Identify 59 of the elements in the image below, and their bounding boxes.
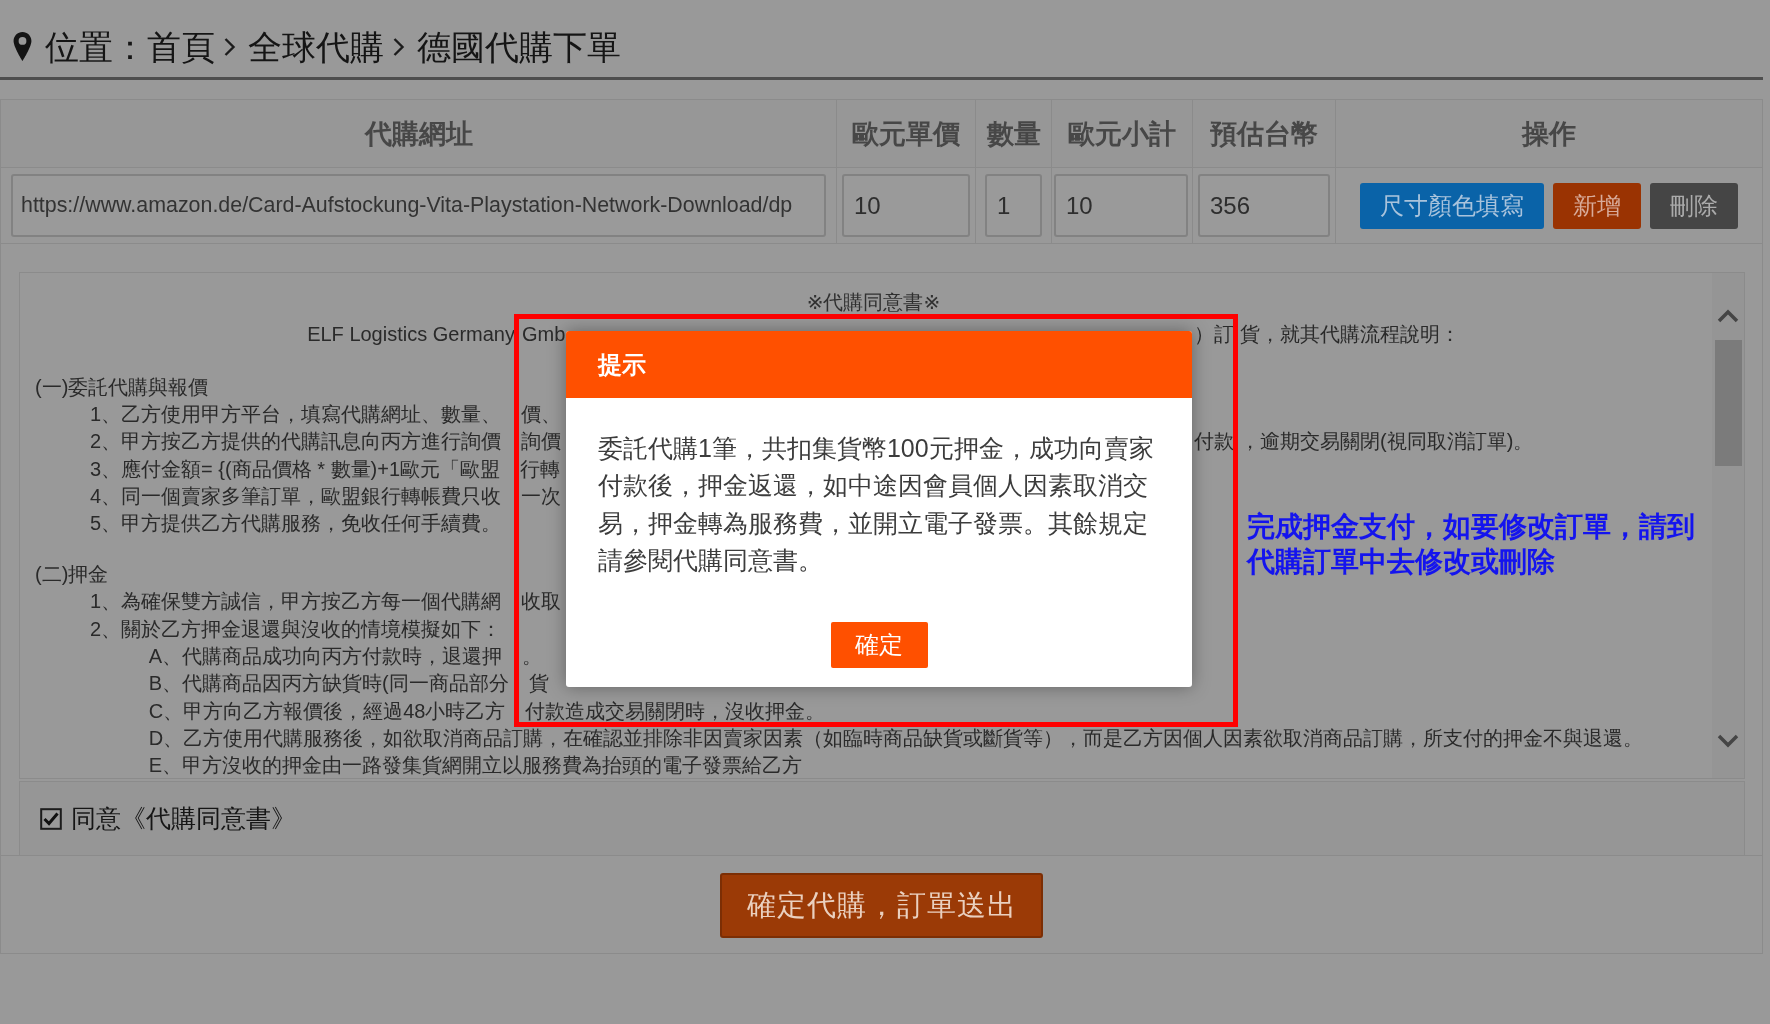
quantity-input[interactable]: 1 bbox=[985, 174, 1042, 237]
submit-order-button[interactable]: 確定代購，訂單送出 bbox=[720, 873, 1043, 938]
chevron-right-icon bbox=[392, 36, 405, 57]
add-button[interactable]: 新增 bbox=[1553, 182, 1641, 229]
agreement-subclause: C、甲方向乙方報價後，經過48小時乙方 bbox=[148, 698, 506, 724]
agreement-subclause: E、甲方沒收的押金由一路發集貨網開立以服務費為抬頭的電子發票給乙方 bbox=[148, 753, 803, 778]
location-pin-icon bbox=[13, 32, 32, 61]
agreement-clause: 2、關於乙方押金退還與沒收的情境模擬如下： bbox=[90, 616, 502, 642]
agreement-subclause: 付款造成交易關閉時，沒收押金。 bbox=[525, 698, 826, 724]
agreement-subclause: 。 bbox=[522, 644, 543, 670]
agreement-clause: 1、乙方使用甲方平台，填寫代購網址、數量、 bbox=[90, 402, 502, 427]
url-input[interactable]: https://www.amazon.de/Card-Aufstockung-Vita-Playstation-Network-Download/dp bbox=[11, 174, 826, 237]
column-header: 代購網址 bbox=[1, 100, 836, 167]
checkbox[interactable] bbox=[40, 807, 62, 830]
scrollbar-thumb[interactable] bbox=[1714, 340, 1742, 466]
agreement-clause: 4、同一個賣家多筆訂單，歐盟銀行轉帳費只收 bbox=[90, 483, 502, 509]
agreement-clause: 5、甲方提供乙方代購服務，免收任何手續費。 bbox=[90, 511, 502, 537]
column-header: 數量 bbox=[976, 100, 1051, 167]
breadcrumb-label: 位置： bbox=[45, 26, 147, 67]
agreement-clause: 1、為確保雙方誠信，甲方按乙方每一個代購網 bbox=[90, 589, 502, 615]
dialog-message: 委託代購1筆，共扣集貨幣100元押金，成功向賣家付款後，押金返還，如中途因會員個人因素取消交易，押金轉為服務費，並開立電子發票。其餘規定請參閱代購同意書。 bbox=[598, 433, 1155, 576]
agreement-subclause: B、代購商品因丙方缺貨時(同一商品部分 bbox=[148, 671, 509, 697]
agreement-clause: 付款 bbox=[1193, 429, 1234, 455]
column-header: 預估台幣 bbox=[1193, 100, 1335, 167]
agreement-intro: 貨，就其代購流程說明： bbox=[1240, 322, 1460, 347]
breadcrumb-link[interactable]: 全球代購 bbox=[248, 26, 384, 67]
agreement-subclause: 貨 bbox=[528, 671, 549, 697]
agree-label[interactable]: 同意《代購同意書》 bbox=[71, 802, 296, 835]
agreement-subclause: A、代購商品成功向丙方付款時，退還押 bbox=[148, 644, 503, 670]
unit-price-input[interactable]: 10 bbox=[842, 174, 970, 237]
agreement-clause: 詢價 bbox=[521, 429, 562, 455]
dialog-header: 提示 bbox=[566, 331, 1192, 398]
section-heading: (一)委託代購與報價 bbox=[35, 374, 209, 400]
agreement-clause: 價、 bbox=[521, 402, 562, 427]
section-heading: (二)押金 bbox=[35, 562, 109, 588]
agreement-title: ※代購同意書※ bbox=[806, 291, 941, 313]
delete-button[interactable]: 刪除 bbox=[1650, 182, 1738, 229]
subtotal-input[interactable]: 10 bbox=[1054, 174, 1188, 237]
column-header: 歐元單價 bbox=[837, 100, 975, 167]
confirm-button[interactable]: 確定 bbox=[830, 622, 928, 668]
estimated-twd-input[interactable]: 356 bbox=[1198, 174, 1330, 237]
agreement-clause: 2、甲方按乙方提供的代購訊息向丙方進行詢價 bbox=[90, 429, 502, 455]
column-header: 歐元小計 bbox=[1052, 100, 1192, 167]
annotation-note: 完成押金支付，如要修改訂單，請到代購訂單中去修改或刪除 bbox=[1247, 509, 1696, 579]
agreement-intro: ELF Logistics Germany bbox=[307, 322, 515, 347]
agreement-clause: 3、應付金額= {(商品價格 * 數量)+1歐元「歐盟 bbox=[90, 456, 501, 482]
agreement-clause: 行轉 bbox=[520, 456, 561, 482]
agreement-intro: Gmb bbox=[522, 322, 566, 347]
column-header: 操作 bbox=[1336, 100, 1762, 167]
breadcrumb-current: 德國代購下單 bbox=[417, 26, 621, 67]
agreement-clause: 一次 bbox=[521, 483, 562, 509]
agreement-intro: ）訂 bbox=[1193, 322, 1234, 347]
breadcrumb-link[interactable]: 首頁 bbox=[147, 26, 215, 67]
agreement-clause: ，逾期交易關閉(視同取消訂單)。 bbox=[1240, 429, 1534, 455]
agreement-subclause: D、乙方使用代購服務後，如欲取消商品訂購，在確認並排除非因賣家因素（如臨時商品缺貨或斷貨等），而是乙方因個人因素欲取消商品訂購，所支付的押金不與退還。 bbox=[148, 725, 1644, 751]
chevron-right-icon bbox=[223, 36, 236, 57]
scrollbar-track[interactable] bbox=[1712, 273, 1744, 778]
size-color-button[interactable]: 尺寸顏色填寫 bbox=[1360, 182, 1544, 229]
agreement-clause: 收取 bbox=[521, 589, 562, 615]
